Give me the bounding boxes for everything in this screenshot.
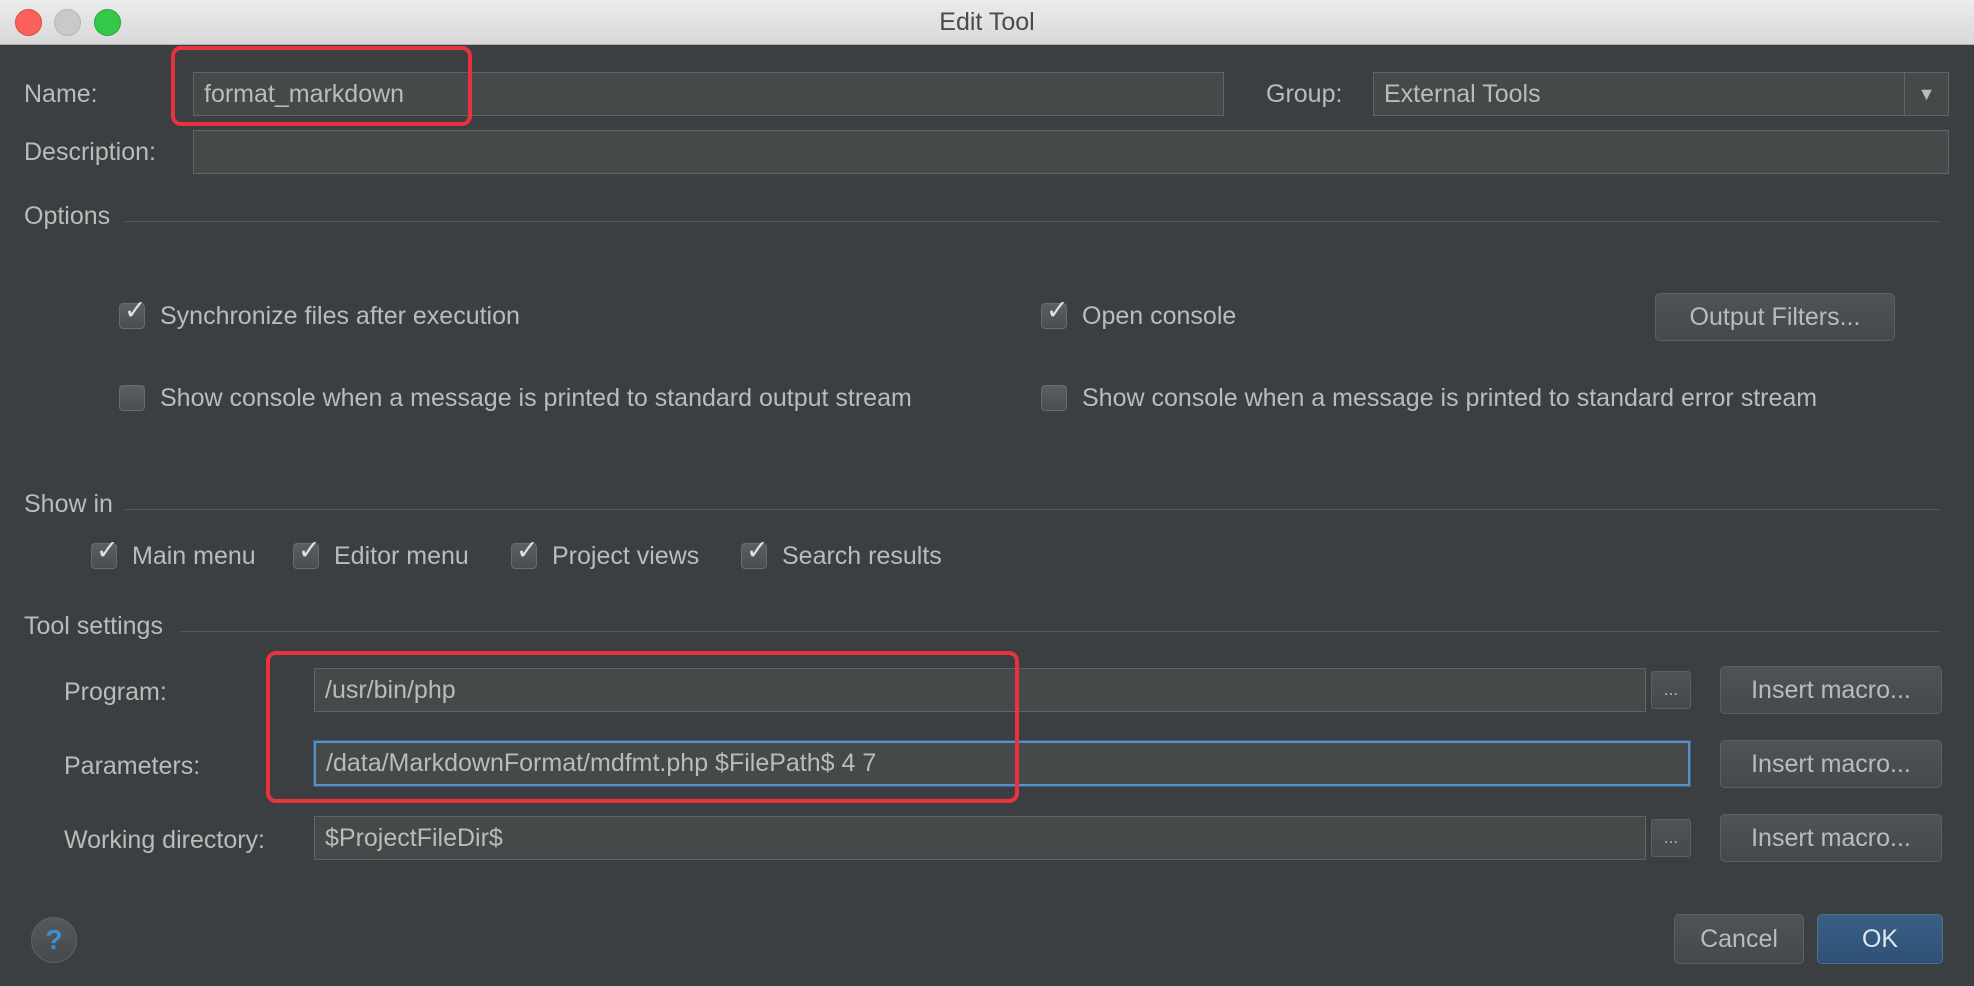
search-results-checkbox[interactable]: ✓: [741, 537, 769, 569]
browse-working-directory-button[interactable]: ...: [1651, 819, 1691, 857]
program-label: Program:: [64, 678, 167, 706]
group-label: Group:: [1266, 80, 1343, 108]
description-input[interactable]: [193, 130, 1949, 174]
parameters-insert-macro-button[interactable]: Insert macro...: [1720, 740, 1942, 788]
working-directory-input[interactable]: $ProjectFileDir$: [314, 816, 1646, 860]
window-titlebar: Edit Tool: [0, 0, 1974, 45]
checkmark-icon: ✓: [96, 535, 119, 566]
description-label: Description:: [24, 138, 156, 166]
checkmark-icon: ✓: [746, 535, 769, 566]
help-button[interactable]: ?: [31, 917, 77, 963]
console-stderr-label: Show console when a message is printed t…: [1082, 384, 1818, 412]
group-select-value: External Tools: [1384, 79, 1541, 108]
console-stdout-label: Show console when a message is printed t…: [160, 384, 912, 412]
name-label: Name:: [24, 80, 98, 108]
sync-files-label: Synchronize files after execution: [160, 302, 520, 330]
sync-files-checkbox[interactable]: ✓: [119, 297, 147, 329]
open-console-label: Open console: [1082, 302, 1237, 330]
group-select[interactable]: External Tools ▼: [1373, 72, 1949, 116]
project-views-checkbox[interactable]: ✓: [511, 537, 539, 569]
console-stdout-checkbox[interactable]: [119, 385, 145, 411]
checkmark-icon: ✓: [1046, 295, 1069, 326]
chevron-down-icon[interactable]: ▼: [1904, 73, 1948, 115]
working-directory-insert-macro-button[interactable]: Insert macro...: [1720, 814, 1942, 862]
program-insert-macro-button[interactable]: Insert macro...: [1720, 666, 1942, 714]
open-console-checkbox[interactable]: ✓: [1041, 297, 1069, 329]
options-section-title: Options: [24, 202, 111, 230]
annotation-highlight-program-parameters: [266, 651, 1019, 803]
window-title: Edit Tool: [939, 8, 1035, 36]
ok-button[interactable]: OK: [1817, 914, 1943, 964]
editor-menu-label: Editor menu: [334, 542, 469, 570]
output-filters-button[interactable]: Output Filters...: [1655, 293, 1895, 341]
parameters-label: Parameters:: [64, 752, 201, 780]
browse-program-button[interactable]: ...: [1651, 671, 1691, 709]
main-menu-label: Main menu: [132, 542, 256, 570]
checkmark-icon: ✓: [516, 535, 539, 566]
show-in-divider: [124, 509, 1940, 510]
show-in-section-title: Show in: [24, 490, 113, 518]
annotation-highlight-name: [171, 46, 472, 126]
tool-settings-section-title: Tool settings: [24, 612, 163, 640]
working-directory-label: Working directory:: [64, 826, 265, 854]
main-menu-checkbox[interactable]: ✓: [91, 537, 119, 569]
tool-settings-divider: [180, 631, 1940, 632]
checkmark-icon: ✓: [298, 535, 321, 566]
console-stderr-checkbox[interactable]: [1041, 385, 1067, 411]
cancel-button[interactable]: Cancel: [1674, 914, 1804, 964]
project-views-label: Project views: [552, 542, 700, 570]
working-directory-input-value: $ProjectFileDir$: [325, 823, 503, 852]
options-divider: [124, 221, 1940, 222]
search-results-label: Search results: [782, 542, 942, 570]
editor-menu-checkbox[interactable]: ✓: [293, 537, 321, 569]
checkmark-icon: ✓: [124, 295, 147, 326]
